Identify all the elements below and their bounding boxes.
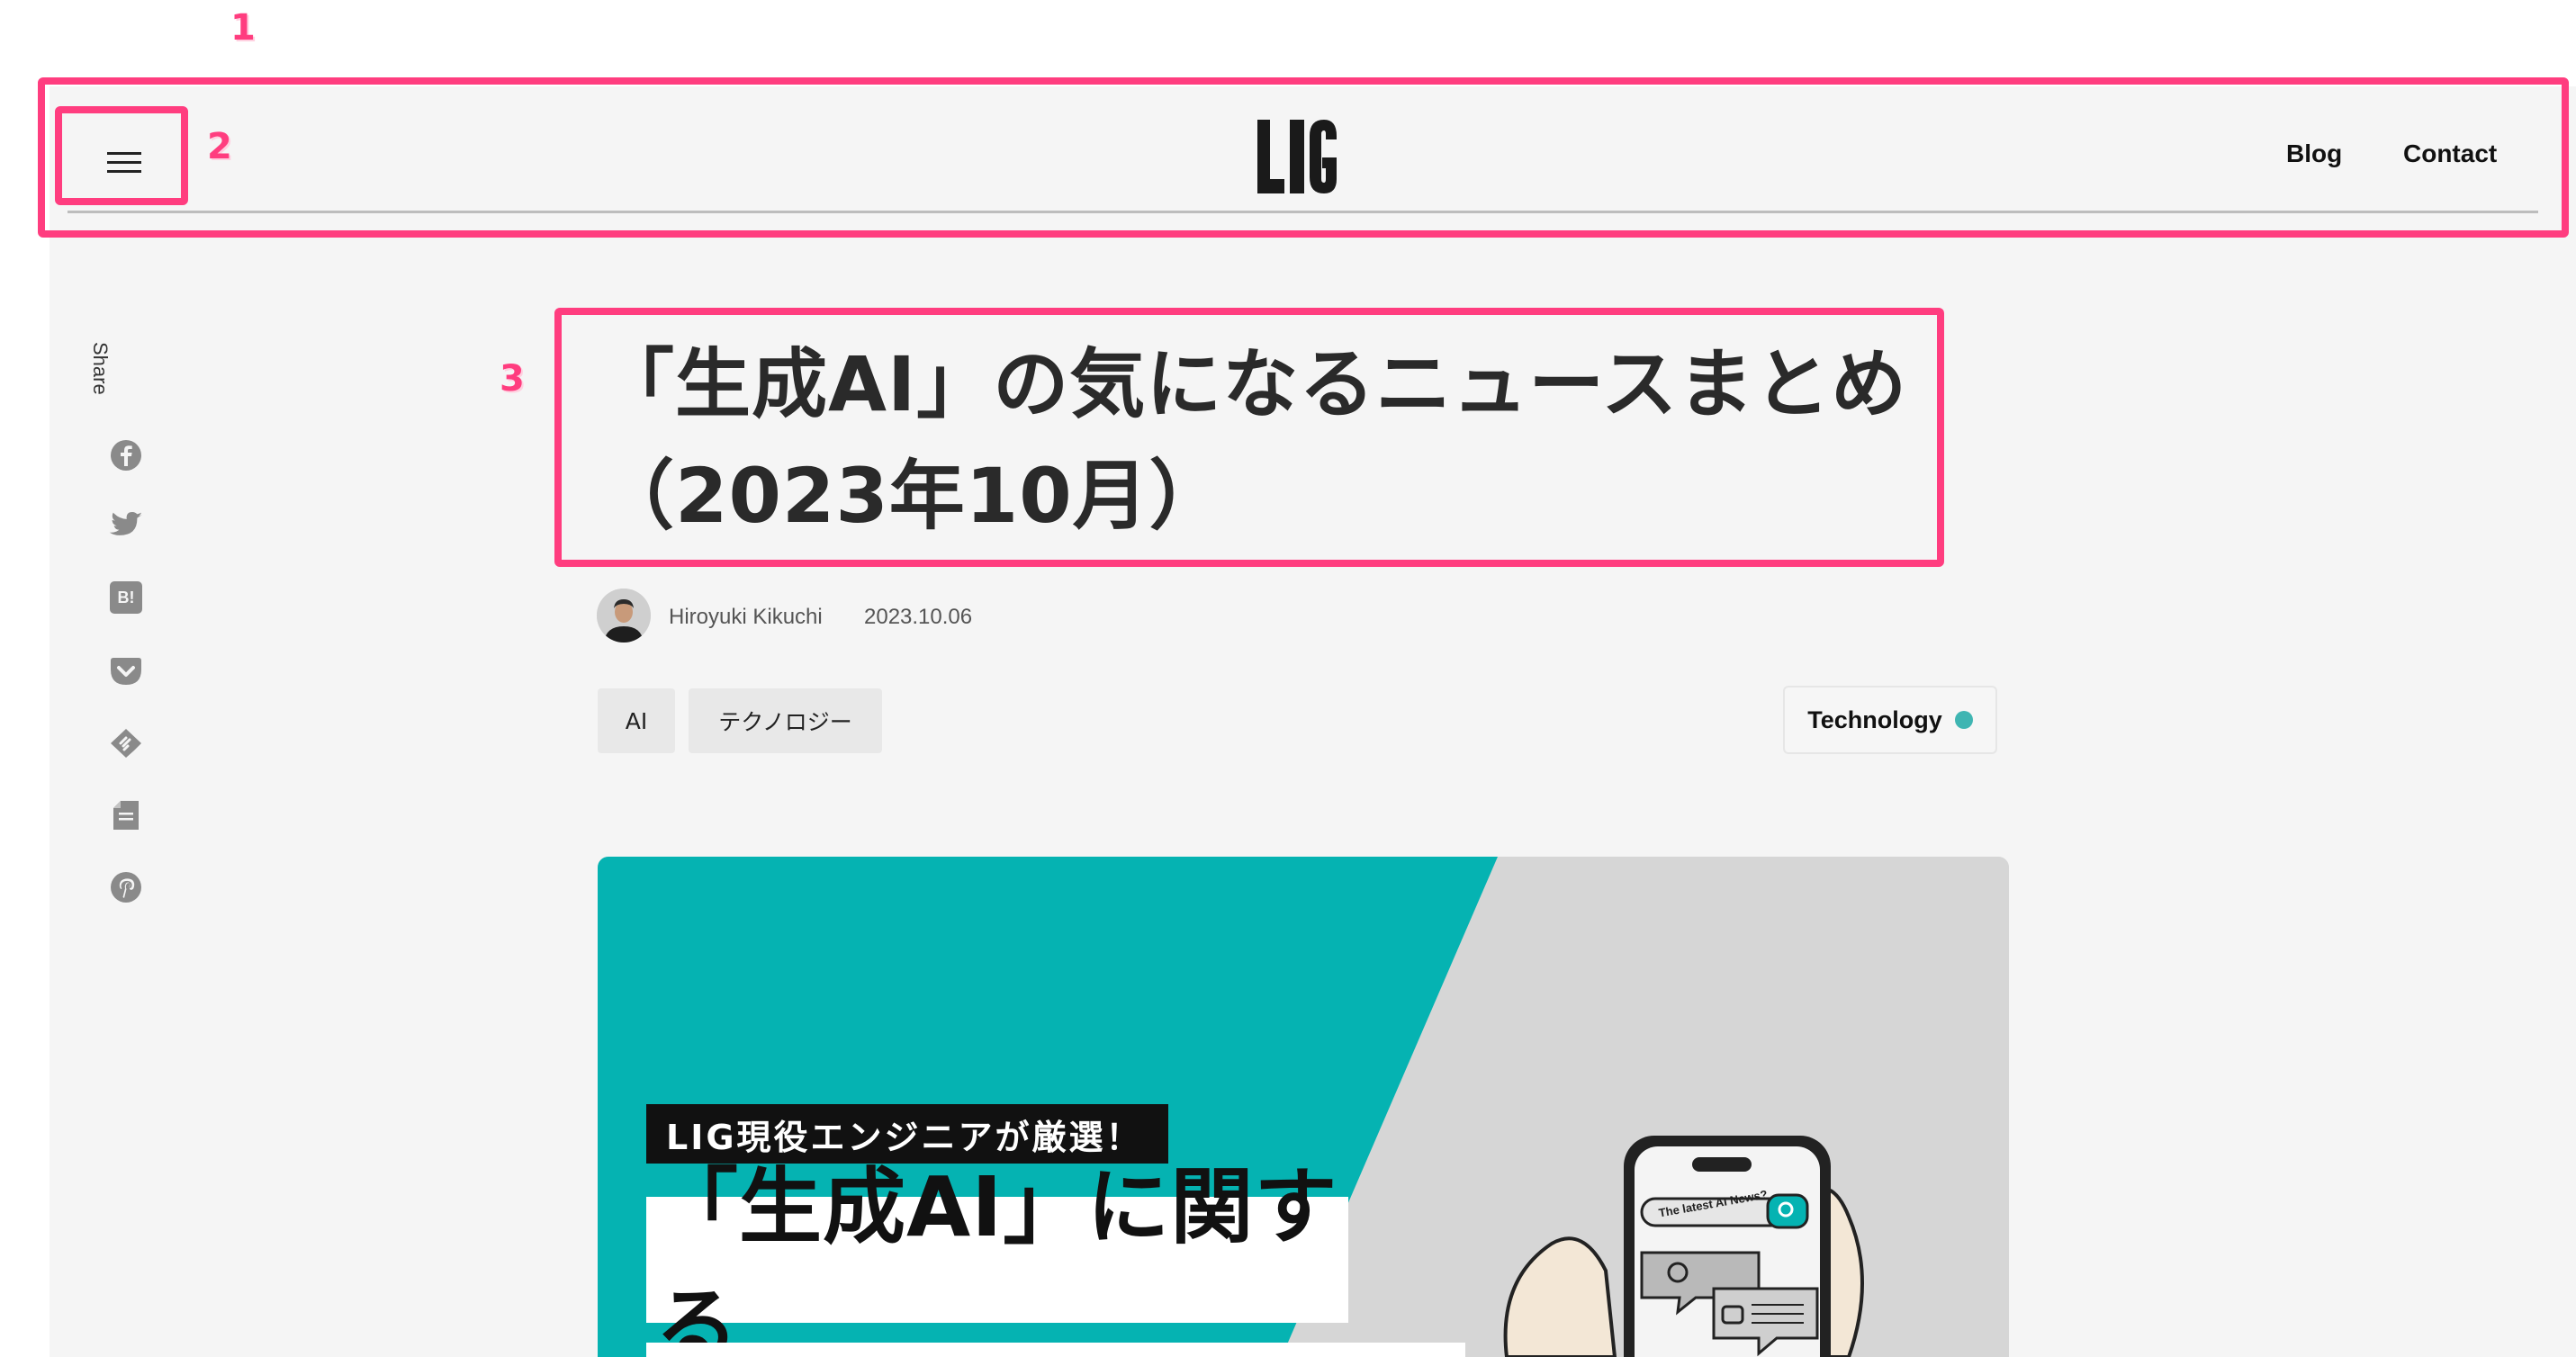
annotation-box-menu (55, 106, 188, 205)
tag-technology-jp[interactable]: テクノロジー (689, 688, 882, 753)
lig-logo-icon (1257, 120, 1337, 193)
author-name[interactable]: Hiroyuki Kikuchi (669, 605, 823, 630)
pocket-icon[interactable] (108, 653, 144, 689)
hero-image: The latest AI News? LIG現役エンジニアが厳選！ 「生成AI… (598, 857, 2009, 1357)
share-label: Share (89, 342, 112, 395)
annotation-label-1: 1 (230, 7, 256, 49)
site-logo[interactable] (1251, 113, 1359, 200)
nav-contact-link[interactable]: Contact (2403, 139, 2497, 168)
tag-ai[interactable]: AI (598, 688, 675, 753)
category-label: Technology (1807, 705, 1942, 733)
article-title-line-1: 「生成AI」の気になるニュースまとめ (599, 340, 1908, 428)
header-divider (68, 211, 2538, 213)
publish-date: 2023.10.06 (864, 605, 973, 629)
hero-headline: 「生成AI」に関する (646, 1159, 1348, 1357)
pinterest-icon[interactable] (108, 869, 144, 905)
hatena-text: B! (110, 581, 142, 614)
author-portrait-icon (597, 589, 651, 643)
facebook-icon[interactable] (108, 437, 144, 473)
hero-subheadline-box (646, 1343, 1465, 1357)
category-badge[interactable]: Technology (1783, 686, 1997, 754)
annotation-label-2: 2 (207, 126, 232, 167)
nav-blog-link[interactable]: Blog (2286, 139, 2342, 168)
article-title-line-2: （2023年10月） (599, 452, 1226, 540)
annotation-label-3: 3 (500, 358, 525, 400)
note-icon[interactable] (108, 797, 144, 833)
feedly-icon[interactable] (108, 725, 144, 761)
category-dot-icon (1954, 711, 1973, 729)
twitter-icon[interactable] (108, 508, 144, 544)
author-avatar[interactable] (597, 589, 651, 643)
hatena-bookmark-icon[interactable]: B! (108, 580, 144, 616)
article-title: 「生成AI」の気になるニュースまとめ （2023年10月） (599, 328, 1931, 552)
